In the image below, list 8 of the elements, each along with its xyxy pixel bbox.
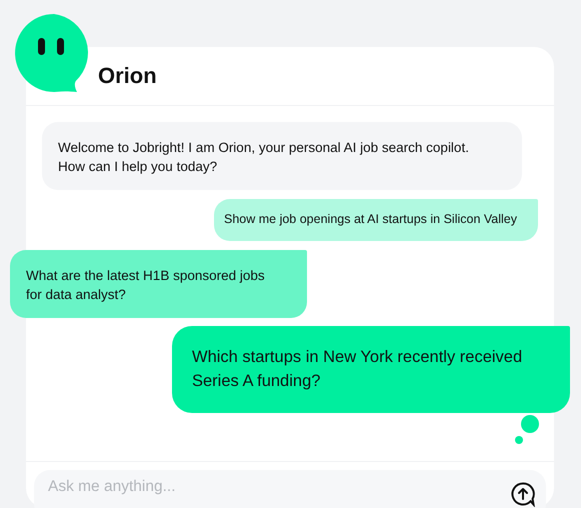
typing-indicator-icon — [515, 415, 539, 445]
message-input[interactable]: Ask me anything... — [34, 470, 546, 508]
message-text: Show me job openings at AI startups in Silicon Valley — [224, 211, 518, 228]
assistant-name: Orion — [98, 63, 157, 89]
send-icon[interactable] — [510, 481, 536, 507]
message-text: Welcome to Jobright! I am Orion, your personal AI job search copilot. How can I help you today? — [58, 139, 470, 176]
message-text: What are the latest H1B sponsored jobs for data analyst? — [26, 267, 266, 304]
message-text: Which startups in New York recently received Series A funding? — [192, 347, 524, 392]
